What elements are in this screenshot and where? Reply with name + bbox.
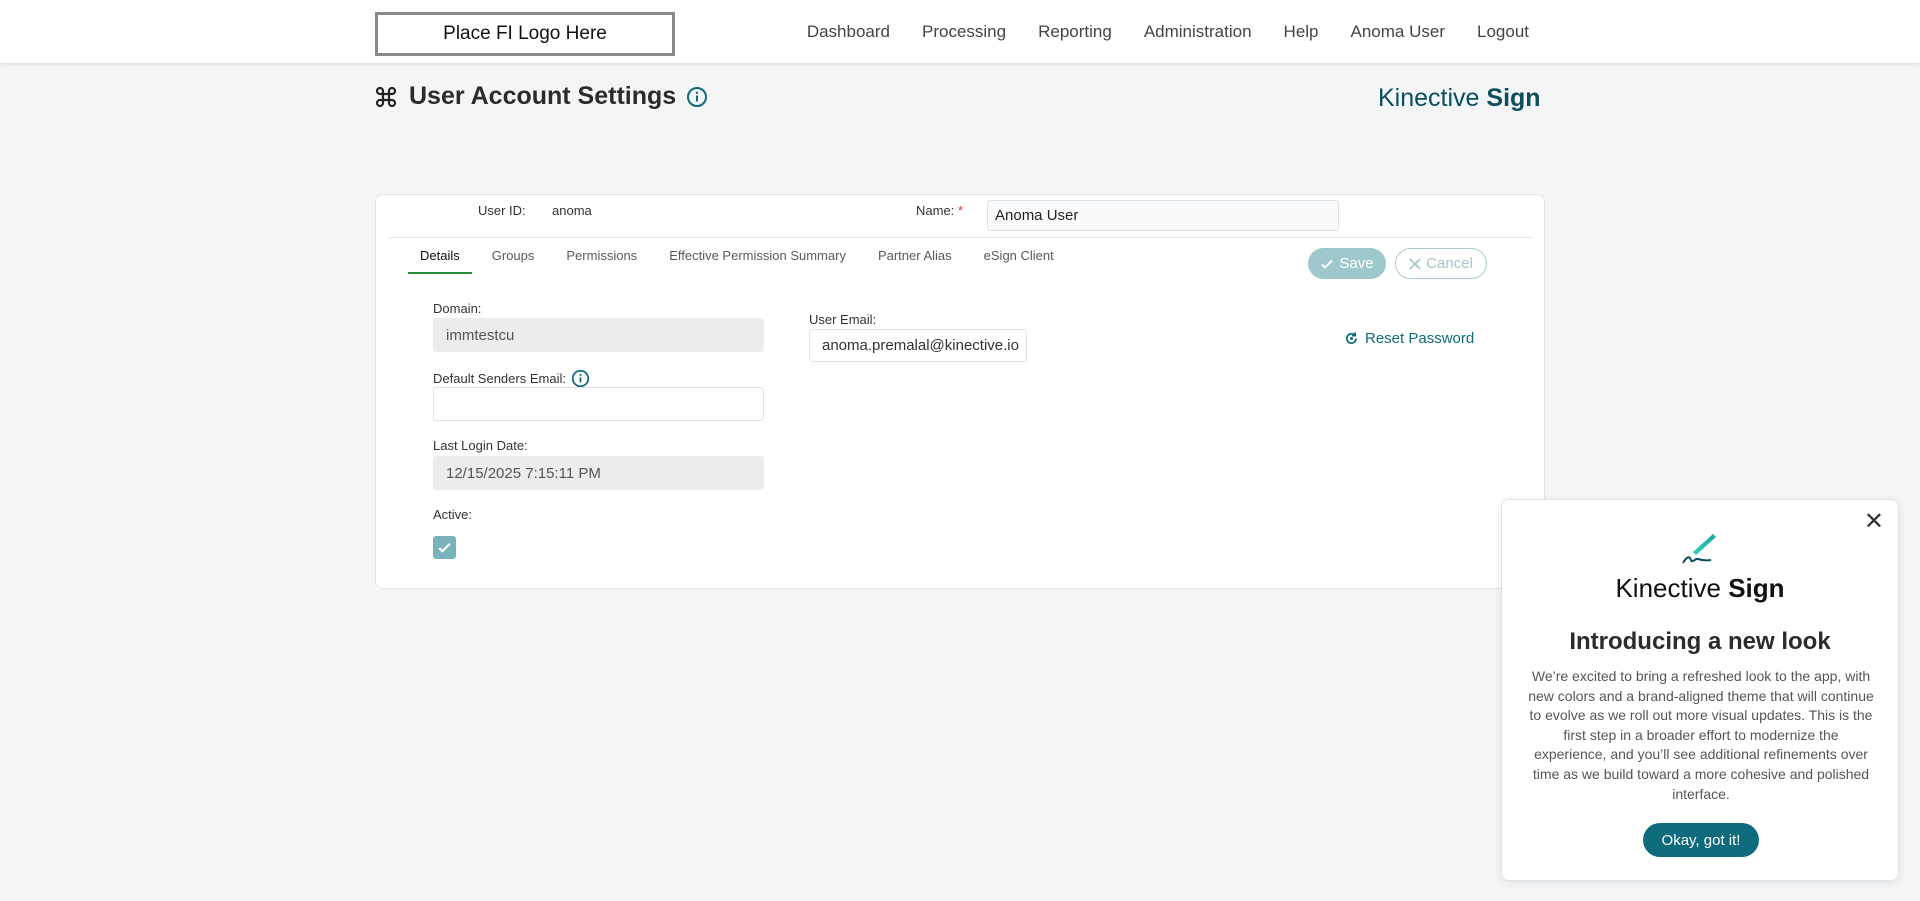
save-button[interactable]: Save <box>1308 248 1386 279</box>
cancel-label: Cancel <box>1426 255 1473 272</box>
domain-label: Domain: <box>433 301 482 316</box>
nav-logout[interactable]: Logout <box>1477 22 1529 42</box>
popup-brand-word-sign: Sign <box>1728 573 1785 603</box>
brand-word-kinective: Kinective <box>1378 84 1480 112</box>
popup-title: Introducing a new look <box>1569 628 1831 655</box>
tab-esign-client[interactable]: eSign Client <box>972 238 1066 274</box>
popup-brand-word-kinective: Kinective <box>1615 573 1721 603</box>
reset-icon <box>1346 332 1358 344</box>
signature-pen-icon <box>1682 534 1716 564</box>
tab-details[interactable]: Details <box>408 238 472 274</box>
last-login-date-field: 12/15/2025 7:15:11 PM <box>433 456 764 490</box>
new-look-announcement-popup: ✕ Kinective Sign Introducing a new look … <box>1501 499 1899 881</box>
nav-user-menu[interactable]: Anoma User <box>1351 22 1445 42</box>
page-title: User Account Settings <box>409 82 677 110</box>
info-icon[interactable] <box>571 369 590 388</box>
tab-permissions[interactable]: Permissions <box>554 238 649 274</box>
nav-administration[interactable]: Administration <box>1144 22 1252 42</box>
tab-groups[interactable]: Groups <box>480 238 547 274</box>
tab-partner-alias[interactable]: Partner Alias <box>866 238 964 274</box>
active-checkbox[interactable] <box>433 536 456 559</box>
default-senders-email-input[interactable] <box>433 387 764 421</box>
popup-kinective-sign-brand: Kinective Sign <box>1502 573 1898 604</box>
cancel-button[interactable]: Cancel <box>1395 248 1487 279</box>
close-popup-icon[interactable]: ✕ <box>1864 510 1884 534</box>
default-senders-email-label: Default Senders Email: <box>433 369 590 388</box>
name-input[interactable]: Anoma User <box>987 200 1339 231</box>
main-nav: Dashboard Processing Reporting Administr… <box>775 0 1529 63</box>
reset-password-link[interactable]: Reset Password <box>1344 330 1474 347</box>
info-icon[interactable] <box>686 86 708 108</box>
tab-bar: Details Groups Permissions Effective Per… <box>408 238 1074 274</box>
page-title-row: User Account Settings <box>374 82 708 111</box>
top-navigation-bar: Place FI Logo Here Dashboard Processing … <box>0 0 1920 63</box>
reset-password-label: Reset Password <box>1365 330 1475 347</box>
fi-logo-placeholder[interactable]: Place FI Logo Here <box>375 12 675 56</box>
command-icon <box>375 86 397 107</box>
user-id-value: anoma <box>552 203 592 218</box>
name-label: Name: * <box>916 203 963 218</box>
default-senders-email-label-text: Default Senders Email: <box>433 371 566 386</box>
checkmark-icon <box>438 542 451 553</box>
required-indicator: * <box>957 203 963 218</box>
tab-effective-permission-summary[interactable]: Effective Permission Summary <box>657 238 858 274</box>
nav-help[interactable]: Help <box>1284 22 1319 42</box>
user-email-label: User Email: <box>809 312 877 327</box>
nav-reporting[interactable]: Reporting <box>1038 22 1112 42</box>
nav-processing[interactable]: Processing <box>922 22 1006 42</box>
last-login-date-label: Last Login Date: <box>433 438 528 453</box>
okay-got-it-button[interactable]: Okay, got it! <box>1643 823 1759 857</box>
popup-body-text: We’re excited to bring a refreshed look … <box>1528 668 1874 802</box>
user-settings-card: User ID: anoma Name: * Anoma User Detail… <box>375 194 1545 589</box>
nav-dashboard[interactable]: Dashboard <box>807 22 890 42</box>
domain-field: immtestcu <box>433 318 764 352</box>
check-icon <box>1321 259 1334 269</box>
kinective-sign-brand: Kinective Sign <box>1378 84 1541 113</box>
active-label: Active: <box>433 507 473 522</box>
user-email-input[interactable]: anoma.premalal@kinective.io <box>809 329 1027 362</box>
close-icon <box>1409 257 1421 270</box>
user-id-label: User ID: <box>478 203 526 218</box>
brand-word-sign: Sign <box>1486 84 1541 112</box>
save-label: Save <box>1339 255 1374 272</box>
name-label-text: Name: <box>916 203 955 218</box>
